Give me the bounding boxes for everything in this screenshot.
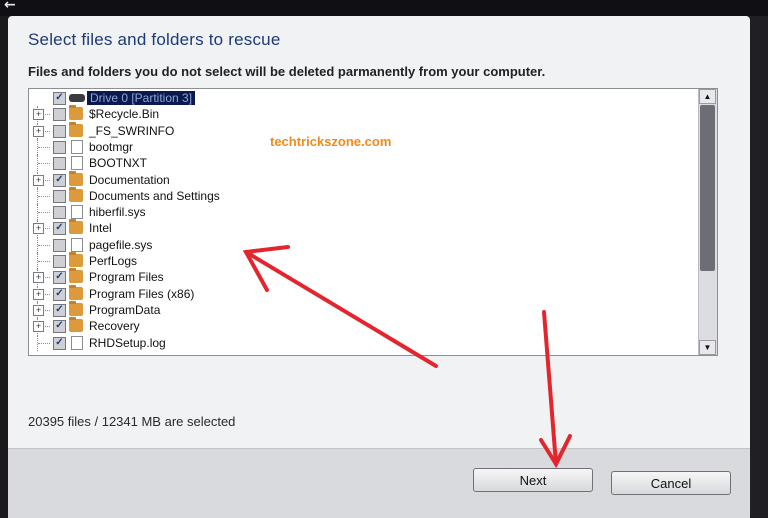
annotation-arrows bbox=[242, 245, 572, 469]
arrow-to-next-icon bbox=[542, 310, 558, 466]
arrow-to-intel-icon bbox=[244, 250, 438, 368]
